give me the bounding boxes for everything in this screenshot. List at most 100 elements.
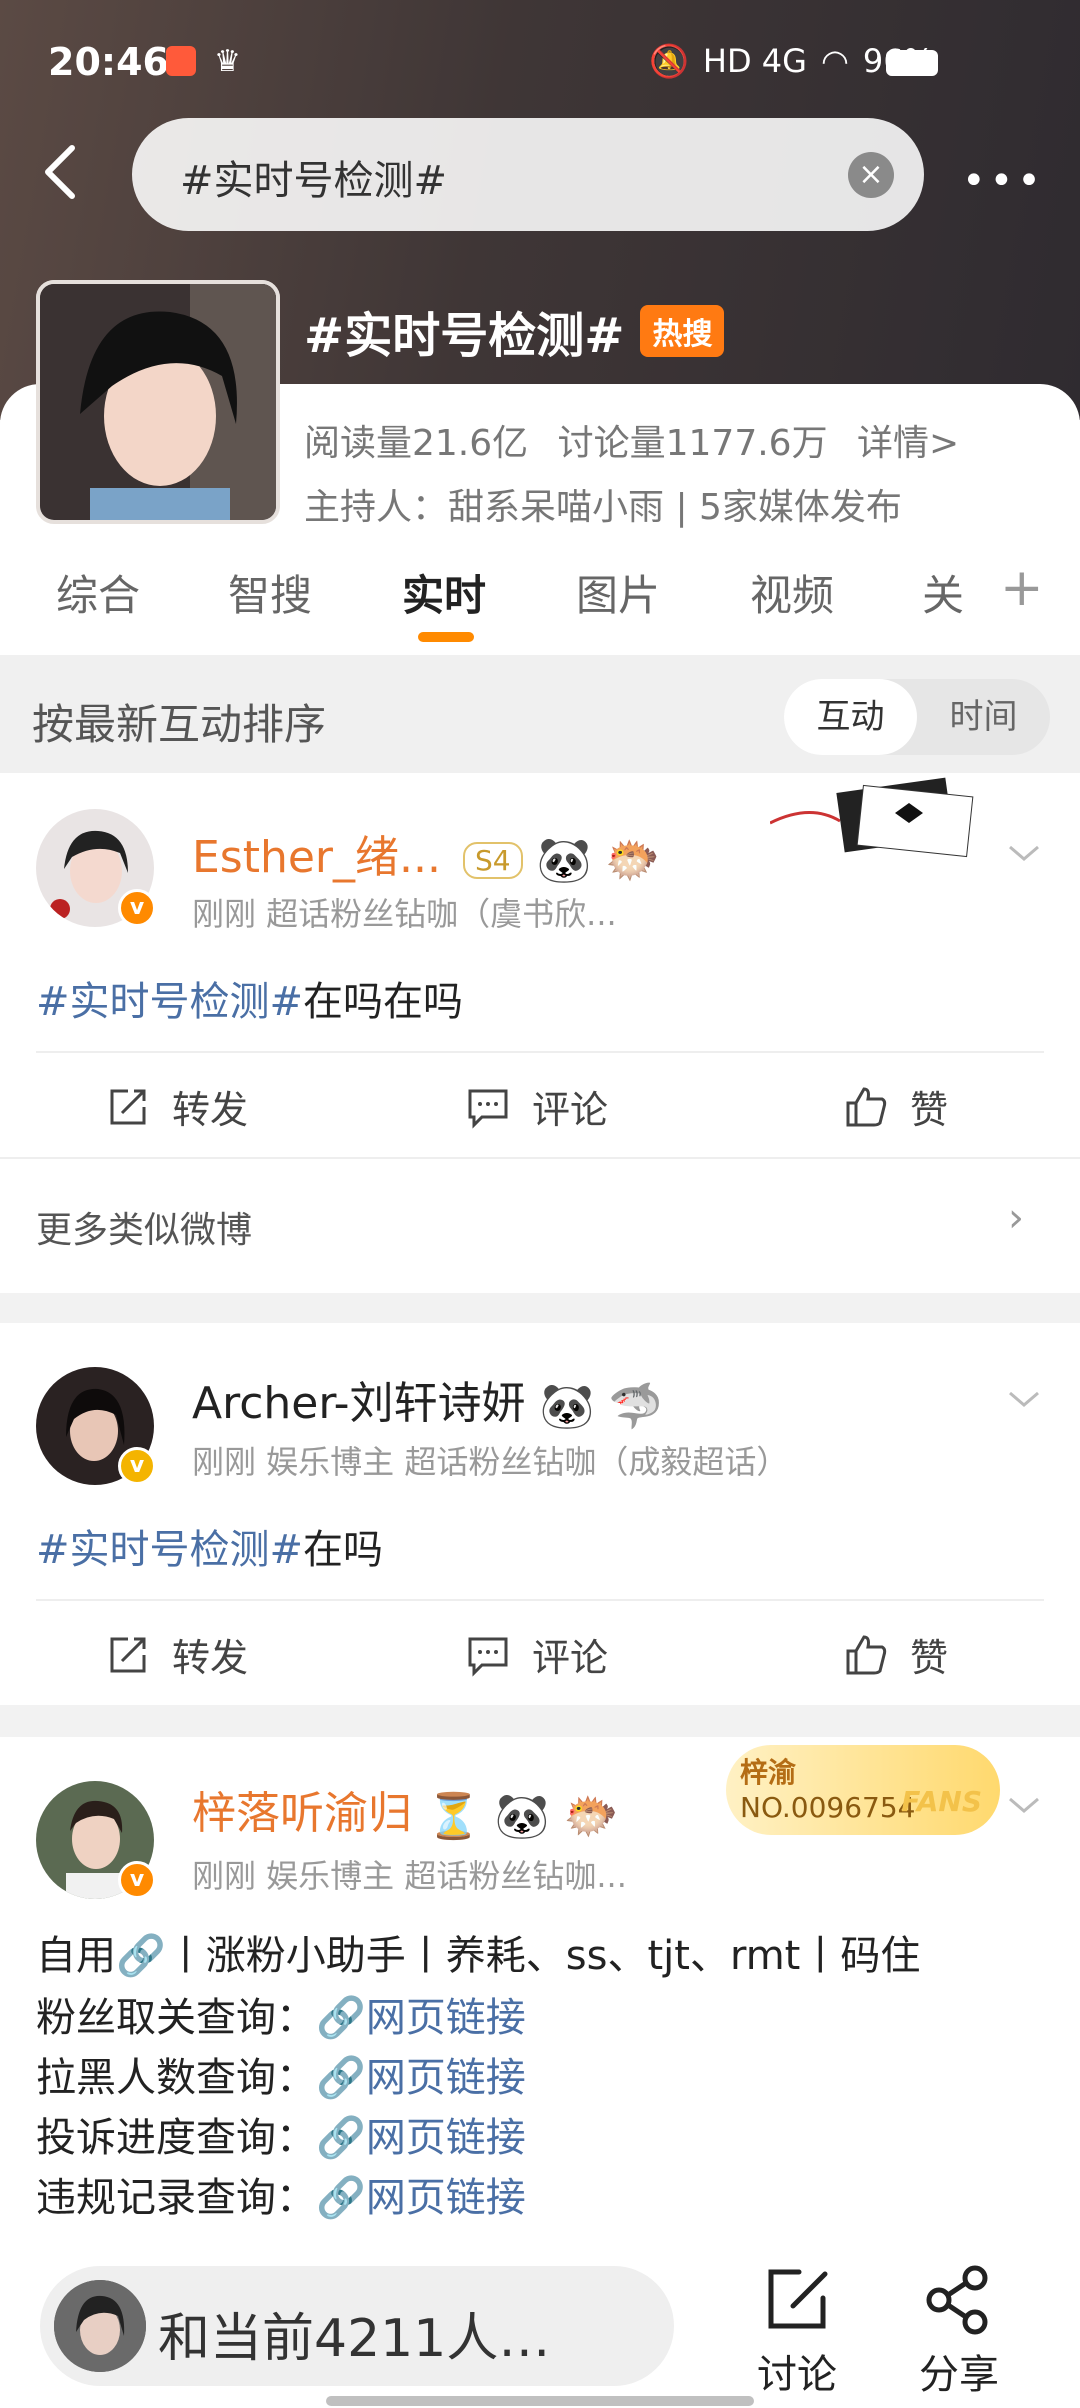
- link-label: 拉黑人数查询：: [36, 2055, 316, 2101]
- post-card: v Esther_绪... S4 🐼 🐡 刚刚 超话粉丝钻咖（虞书欣... #实…: [0, 773, 1080, 1293]
- tab-general[interactable]: 综合: [56, 562, 140, 623]
- web-link[interactable]: 🔗网页链接: [316, 2175, 526, 2221]
- panda-icon: 🐼: [539, 1381, 595, 1432]
- decorative-envelope-icon: [770, 777, 974, 858]
- tab-bar: 综合 智搜 实时 图片 视频 关 +: [0, 540, 1080, 655]
- topic-avatar-front[interactable]: [36, 280, 280, 524]
- post-text: 在吗在吗: [303, 979, 464, 1025]
- edit-icon: [768, 2269, 828, 2329]
- avatar: [54, 2280, 146, 2372]
- tab-follow[interactable]: 关: [922, 562, 964, 623]
- web-link[interactable]: 🔗网页链接: [316, 2055, 526, 2101]
- sort-bar: 按最新互动排序 互动 时间: [0, 655, 1080, 773]
- hot-search-badge[interactable]: 热搜: [640, 305, 725, 357]
- clear-search-button[interactable]: ×: [848, 152, 894, 198]
- sort-toggle[interactable]: 互动 时间: [784, 679, 1050, 755]
- post-body: #实时号检测#在吗: [36, 1517, 383, 1575]
- post-meta: 刚刚 娱乐博主 超话粉丝钻咖...: [192, 1857, 627, 1895]
- more-options-button[interactable]: •••: [962, 158, 1042, 204]
- fans-card-label: FANS: [901, 1785, 982, 1818]
- level-badge: S4: [462, 841, 523, 879]
- username-text: 梓落听渝归: [192, 1788, 412, 1839]
- comment-button[interactable]: 评论: [466, 1079, 608, 1134]
- web-link-text: 网页链接: [365, 2055, 526, 2101]
- details-link[interactable]: 详情>: [857, 423, 959, 464]
- post-username[interactable]: 梓落听渝归 ⏳ 🐼 🐡: [192, 1777, 618, 1842]
- comment-icon: [468, 1637, 508, 1677]
- user-avatar-image: [54, 2280, 146, 2372]
- repost-icon: [110, 1637, 146, 1672]
- comment-button[interactable]: 评论: [466, 1627, 608, 1682]
- post-topic-tag[interactable]: #实时号检测#: [36, 1527, 303, 1573]
- repost-label: 转发: [172, 1088, 249, 1132]
- panda-icon: 🐼: [494, 1791, 550, 1842]
- chevron-right-icon[interactable]: ›: [1008, 1195, 1024, 1241]
- like-button[interactable]: 赞: [844, 1627, 948, 1682]
- wifi-icon: ◠: [820, 42, 849, 80]
- more-similar-link[interactable]: 更多类似微博: [36, 1201, 252, 1253]
- discuss-button[interactable]: 讨论: [742, 2262, 852, 2400]
- mute-icon: 🔕: [649, 42, 689, 80]
- sort-option-interaction[interactable]: 互动: [784, 679, 917, 755]
- home-indicator[interactable]: [326, 2396, 754, 2406]
- repost-button[interactable]: 转发: [106, 1627, 248, 1682]
- search-input[interactable]: #实时号检测# ×: [132, 118, 924, 231]
- topic-title: #实时号检测#: [304, 308, 625, 364]
- web-link[interactable]: 🔗网页链接: [316, 2115, 526, 2161]
- back-button[interactable]: [40, 142, 100, 212]
- thumbs-up-icon: [846, 1086, 887, 1126]
- add-tab-button[interactable]: +: [1000, 558, 1044, 618]
- post-body: #实时号检测#在吗在吗: [36, 969, 463, 1027]
- tab-smart-search[interactable]: 智搜: [228, 562, 312, 623]
- link-row: 粉丝取关查询：🔗网页链接: [36, 1985, 526, 2043]
- fans-card-number: NO.0096754: [740, 1791, 916, 1824]
- topic-host[interactable]: 主持人：甜系呆喵小雨 | 5家媒体发布: [304, 478, 902, 530]
- tab-realtime[interactable]: 实时: [402, 562, 486, 623]
- web-link-text: 网页链接: [365, 2175, 526, 2221]
- post-intro: 自用🔗丨涨粉小助手丨养耗、ss、tjt、rmt丨码住: [36, 1933, 921, 1979]
- back-arrow-icon: [45, 145, 75, 199]
- chat-input[interactable]: 和当前4211人…: [40, 2266, 674, 2386]
- chevron-down-icon[interactable]: [1004, 1785, 1044, 1825]
- link-row: 投诉进度查询：🔗网页链接: [36, 2105, 526, 2163]
- post-username[interactable]: Archer-刘轩诗妍 🐼 🦈: [192, 1367, 663, 1432]
- network-label: HD 4G: [702, 42, 807, 80]
- comment-label: 评论: [532, 1088, 609, 1132]
- chevron-down-icon[interactable]: [1004, 833, 1044, 873]
- like-button[interactable]: 赞: [844, 1079, 948, 1134]
- share-label: 分享: [919, 2352, 999, 2398]
- fans-card[interactable]: 梓渝 NO.0096754 FANS: [726, 1745, 1000, 1835]
- share-button[interactable]: 分享: [904, 2262, 1014, 2400]
- link-label: 粉丝取关查询：: [36, 1995, 316, 2041]
- post-username[interactable]: Esther_绪... S4 🐼 🐡: [192, 821, 660, 886]
- post-meta: 刚刚 娱乐博主 超话粉丝钻咖（成毅超话）: [192, 1443, 789, 1481]
- web-link-text: 网页链接: [365, 1995, 526, 2041]
- post-topic-tag[interactable]: #实时号检测#: [36, 979, 303, 1025]
- sort-option-time[interactable]: 时间: [917, 679, 1050, 755]
- verified-badge: v: [118, 889, 156, 927]
- search-row: #实时号检测# × •••: [0, 118, 1080, 233]
- topic-stats: 阅读量21.6亿 讨论量1177.6万 详情>: [304, 414, 977, 466]
- comment-icon: [468, 1089, 508, 1129]
- post-text: 在吗: [303, 1527, 384, 1573]
- web-link-text: 网页链接: [365, 2115, 526, 2161]
- hot-badge-label: 热搜: [652, 317, 713, 352]
- tab-videos[interactable]: 视频: [750, 562, 834, 623]
- chevron-down-icon[interactable]: [1004, 1379, 1044, 1419]
- chat-placeholder: 和当前4211人…: [158, 2309, 551, 2369]
- crown-icon: ♛: [214, 44, 241, 79]
- tab-images[interactable]: 图片: [576, 562, 660, 623]
- shark-icon: 🦈: [608, 1381, 664, 1432]
- divider: [36, 1599, 1044, 1601]
- search-query: #实时号检测#: [180, 158, 448, 204]
- link-row: 违规记录查询：🔗网页链接: [36, 2165, 526, 2223]
- repost-button[interactable]: 转发: [106, 1079, 248, 1134]
- discussion-count: 讨论量1177.6万: [557, 423, 828, 464]
- fans-card-name: 梓渝: [740, 1756, 797, 1789]
- status-bar: 20:46 ♛ 🔕 HD 4G ◠ 96%: [0, 0, 1080, 120]
- web-link[interactable]: 🔗网页链接: [316, 1995, 526, 2041]
- username-text: Esther_绪...: [192, 832, 441, 883]
- link-row: 拉黑人数查询：🔗网页链接: [36, 2045, 526, 2103]
- link-label: 违规记录查询：: [36, 2175, 316, 2221]
- fish-icon: 🐡: [563, 1791, 619, 1842]
